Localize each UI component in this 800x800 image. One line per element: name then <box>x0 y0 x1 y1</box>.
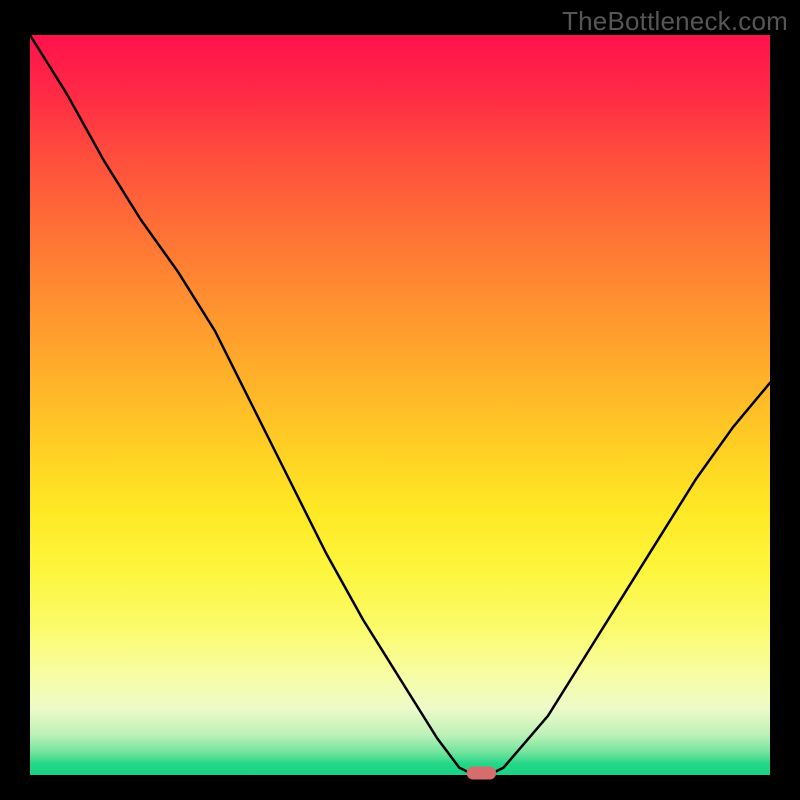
plot-area <box>30 35 770 775</box>
chart-frame: TheBottleneck.com <box>0 0 800 800</box>
optimum-marker <box>467 767 497 780</box>
line-series <box>30 35 770 775</box>
watermark-text: TheBottleneck.com <box>562 6 788 37</box>
bottleneck-curve <box>30 35 770 775</box>
